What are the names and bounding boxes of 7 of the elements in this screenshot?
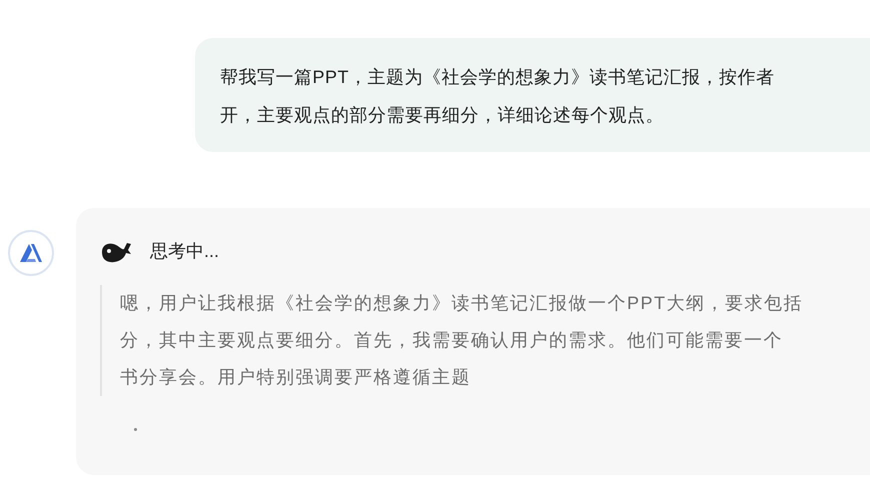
assistant-avatar-icon: [8, 230, 54, 276]
thinking-text-line: 书分享会。用户特别强调要严格遵循主题: [120, 366, 472, 389]
thinking-text-line: 分，其中主要观点要细分。首先，我需要确认用户的需求。他们可能需要一个: [120, 329, 784, 352]
thinking-status: 思考中...: [150, 240, 220, 263]
thinking-text-line: 嗯，用户让我根据《社会学的想象力》读书笔记汇报做一个PPT大纲，要求包括: [120, 292, 804, 315]
message-text-line: 开，主要观点的部分需要再细分，详细论述每个观点。: [220, 104, 665, 127]
message-text-line: 帮我写一篇PPT，主题为《社会学的想象力》读书笔记汇报，按作者: [220, 66, 776, 89]
